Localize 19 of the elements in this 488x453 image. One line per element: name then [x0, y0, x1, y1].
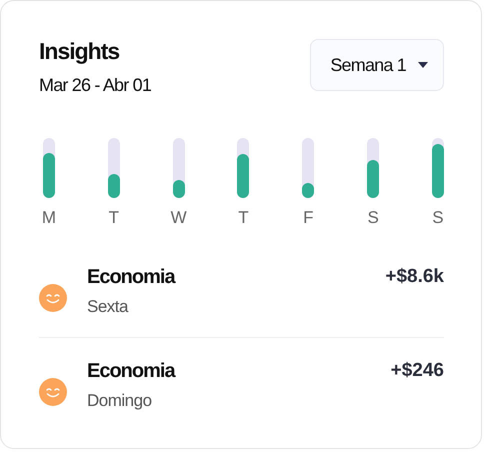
day-label: T	[108, 208, 120, 228]
day-label: M	[42, 208, 56, 228]
date-range: Mar 26 - Abr 01	[39, 75, 152, 96]
entry-day: Sexta	[87, 297, 386, 317]
smiley-icon	[39, 378, 67, 406]
smiley-icon	[39, 284, 67, 312]
entry-title: Economia	[87, 360, 176, 383]
day-label: F	[303, 208, 314, 228]
entry-day: Domingo	[87, 391, 391, 411]
day-label: T	[238, 208, 249, 228]
entry-amount: +$8.6k	[385, 266, 444, 288]
caret-icon	[418, 62, 428, 68]
day-label: W	[170, 208, 187, 228]
day-label: S	[432, 208, 444, 228]
day-label: S	[367, 208, 379, 228]
entry-amount: +$246	[390, 360, 444, 382]
entry-title: Economia	[87, 266, 176, 289]
card-title: Insights	[39, 37, 120, 65]
week-dropdown[interactable]: Semana 1	[310, 39, 444, 91]
